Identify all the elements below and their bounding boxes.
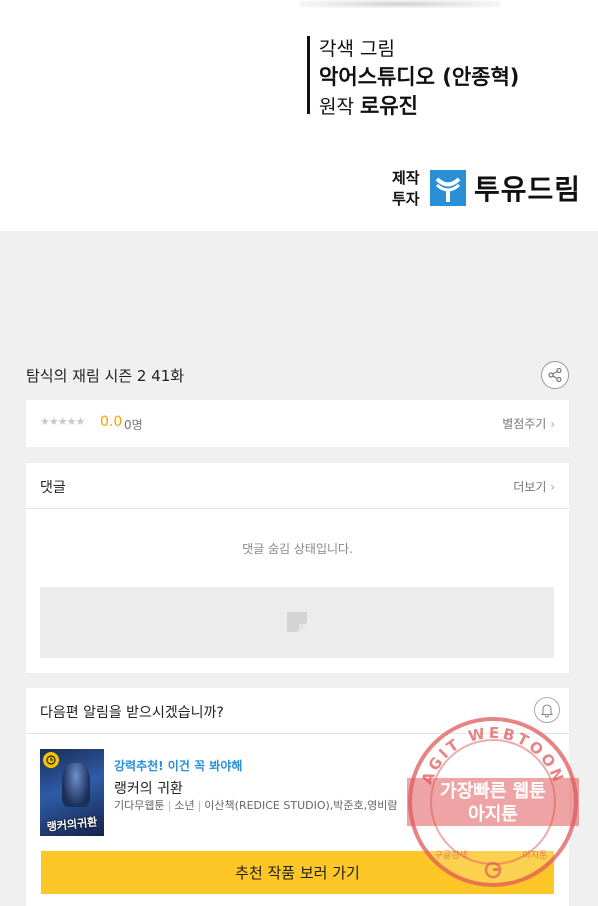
credits-original-role: 원작 bbox=[319, 96, 354, 118]
recommend-title[interactable]: 랭커의 귀환 bbox=[114, 778, 183, 798]
meta-separator: | bbox=[197, 799, 202, 812]
recommend-meta: 기다무웹툰 | 소년 | 이산책(REDICE STUDIO),박준호,영비람 bbox=[114, 797, 398, 813]
share-button[interactable] bbox=[541, 361, 569, 389]
credits-studio: 악어스튜디오 (안종혁) bbox=[319, 65, 520, 89]
recommend-tag: 강력추천! 이건 꼭 봐야해 bbox=[114, 759, 243, 773]
share-icon bbox=[548, 367, 562, 383]
rating-card: ★★★★★ 0.0 0명 별점주기 › bbox=[26, 400, 569, 447]
image-placeholder-icon bbox=[287, 612, 307, 632]
thumbnail-title: 랭커의귀환 bbox=[46, 815, 98, 834]
recommend-authors: 이산책(REDICE STUDIO),박준호,영비람 bbox=[204, 799, 398, 812]
meta-separator: | bbox=[167, 799, 172, 812]
credits-original-name: 로유진 bbox=[360, 94, 418, 118]
watermark-bottom-right: 아지툰 bbox=[523, 850, 548, 861]
comments-title: 댓글 bbox=[40, 480, 66, 496]
company-logo-icon bbox=[430, 170, 466, 206]
comments-header: 댓글 더보기 › bbox=[26, 463, 569, 509]
recommend-category: 기다무웹툰 bbox=[114, 799, 165, 812]
watermark-stamp: AGIT WEBTOON 가장빠른 웹툰 아지툰 구글검색 아지툰 bbox=[407, 717, 579, 887]
credits-panel: 각색 그림 악어스튜디오 (안종혁) 원작 로유진 제작 투자 투유드림 bbox=[0, 0, 598, 231]
credits-investment-role: 투자 bbox=[392, 190, 420, 208]
comments-more-label: 더보기 bbox=[513, 480, 547, 494]
comments-card: 댓글 더보기 › 댓글 숨김 상태입니다. bbox=[26, 463, 569, 673]
image-edge bbox=[300, 0, 500, 8]
credits-production-role: 제작 bbox=[392, 169, 420, 187]
comments-hidden-message: 댓글 숨김 상태입니다. bbox=[242, 542, 353, 556]
watermark-bottom-left: 구글검색 bbox=[434, 849, 467, 861]
rate-button[interactable]: 별점주기 › bbox=[502, 415, 555, 432]
credits-original: 원작 로유진 bbox=[319, 90, 418, 120]
image-placeholder bbox=[40, 587, 554, 658]
rate-button-label: 별점주기 bbox=[502, 417, 547, 431]
clock-icon bbox=[43, 752, 59, 768]
recommend-genre: 소년 bbox=[174, 799, 195, 812]
episode-title: 탐식의 재림 시즌 2 41화 bbox=[26, 367, 185, 385]
rating-score: 0.0 bbox=[100, 414, 123, 430]
comments-more-button[interactable]: 더보기 › bbox=[513, 478, 555, 495]
watermark-line2: 아지툰 bbox=[468, 804, 518, 825]
rating-stars: ★★★★★ bbox=[40, 415, 85, 428]
chevron-right-icon: › bbox=[550, 417, 555, 431]
rating-count: 0명 bbox=[124, 418, 143, 432]
thumbnail-character bbox=[62, 763, 90, 807]
notification-question: 다음편 알림을 받으시겠습니까? bbox=[40, 705, 224, 721]
credits-adaptation: 각색 그림 bbox=[319, 38, 395, 60]
company-name: 투유드림 bbox=[474, 173, 582, 206]
recommended-thumbnail[interactable]: 랭커의귀환 bbox=[40, 749, 104, 836]
watermark-line1: 가장빠른 웹툰 bbox=[440, 781, 546, 802]
credits-divider bbox=[307, 36, 310, 114]
chevron-right-icon: › bbox=[550, 480, 555, 494]
